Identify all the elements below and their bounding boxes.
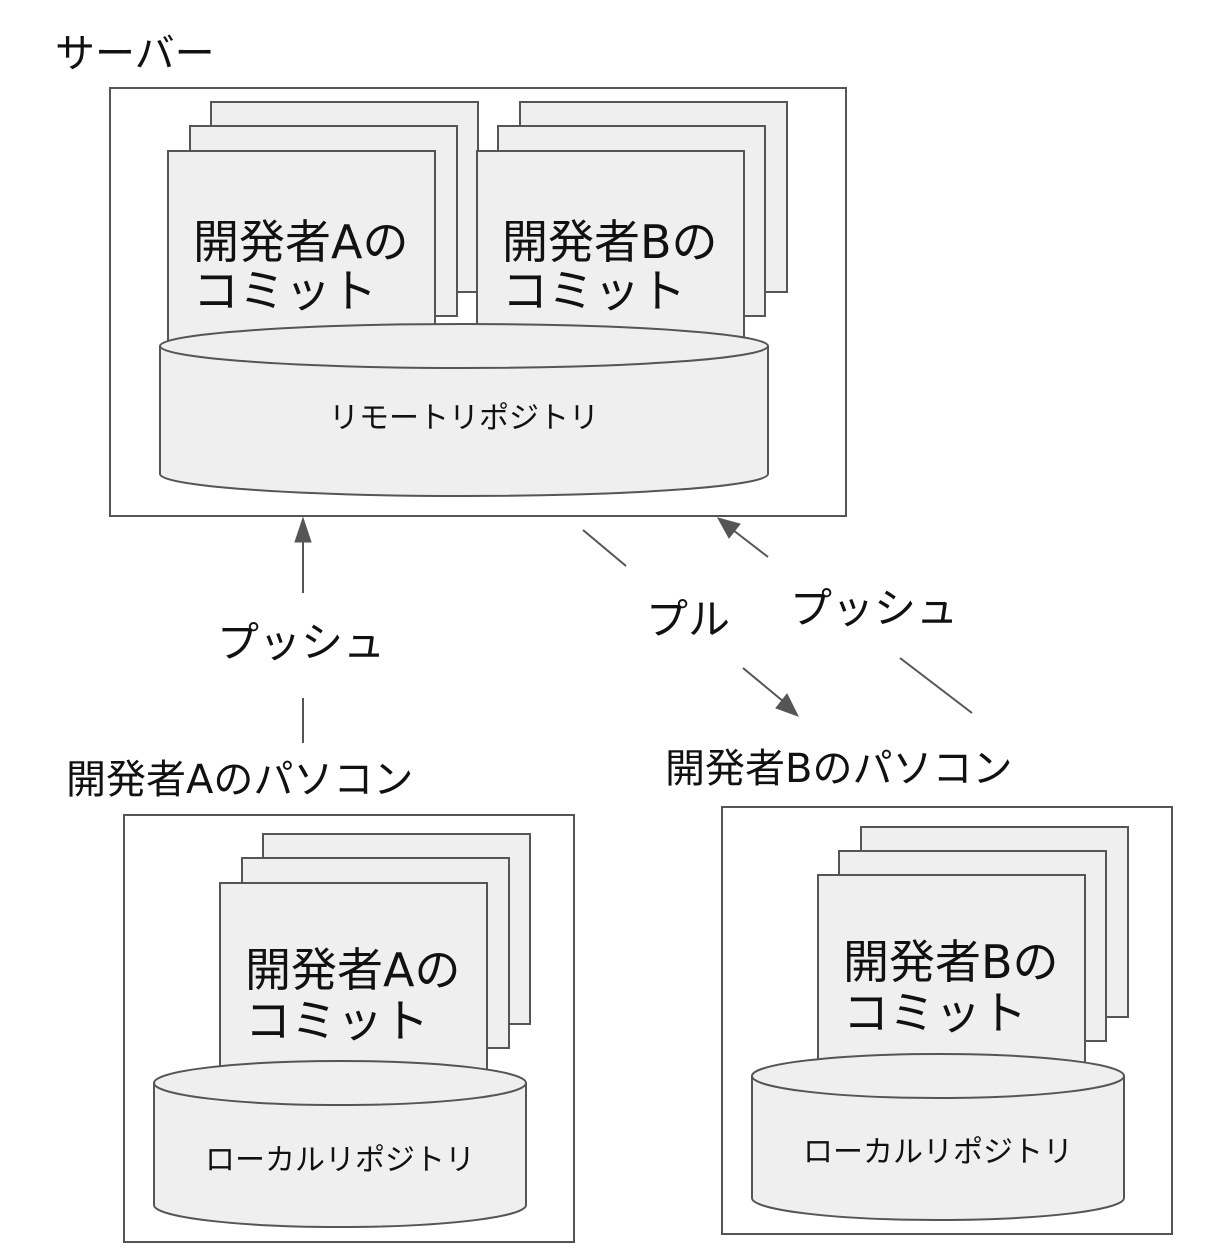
repository-label: リモートリポジトリ [329,401,599,436]
repository-cylinder-top [159,323,769,369]
commit-card-line2: コミット [843,986,1027,1040]
arrow-head [294,516,312,543]
connector-line [742,667,785,703]
remote-repository: リモートリポジトリ [159,323,769,497]
pc-b-local-repository: ローカルリポジトリ [751,1053,1125,1221]
pc-a-local-repository: ローカルリポジトリ [153,1060,527,1228]
connector-line [732,529,769,558]
commit-card-line1: 開発者Bの [843,935,1059,989]
pc-b-commit-stack: 開発者Bの コミット [817,826,1129,1066]
commit-card-line2: コミット [502,264,686,318]
repository-cylinder-top [153,1060,527,1106]
pc-a-title: 開発者Aのパソコン [66,757,413,803]
commit-card-line1: 開発者Aの [193,215,408,269]
push-b-connector: プッシュ [716,517,973,714]
pc-a-commit-stack: 開発者Aの コミット [219,833,531,1074]
repository-cylinder-top [751,1053,1125,1099]
commit-card-line2: コミット [245,994,429,1048]
pc-b-title: 開発者Bのパソコン [665,746,1012,792]
server-commit-stack-a: 開発者Aの コミット [167,101,479,342]
repository-label: ローカルリポジトリ [205,1143,475,1178]
server-title: サーバー [55,31,215,77]
push-a-connector: プッシュ [217,516,385,743]
push-b-label: プッシュ [790,584,958,633]
push-a-label: プッシュ [217,618,385,667]
commit-card-line2: コミット [193,264,377,318]
arrow-head [716,517,741,539]
server-commit-stack-b: 開発者Bの コミット [476,101,788,342]
connector-line [899,657,973,714]
connector-line [582,529,627,567]
commit-card-line1: 開発者Bの [502,215,718,269]
pull-b-connector: プル [582,529,800,717]
pull-b-label: プル [646,595,730,644]
commit-card-line1: 開発者Aの [245,943,460,997]
repository-label: ローカルリポジトリ [803,1135,1073,1170]
git-workflow-diagram: サーバー 開発者Aの コミット 開発者Bの コミット リモートリポジトリ プッシ… [55,31,1173,1243]
